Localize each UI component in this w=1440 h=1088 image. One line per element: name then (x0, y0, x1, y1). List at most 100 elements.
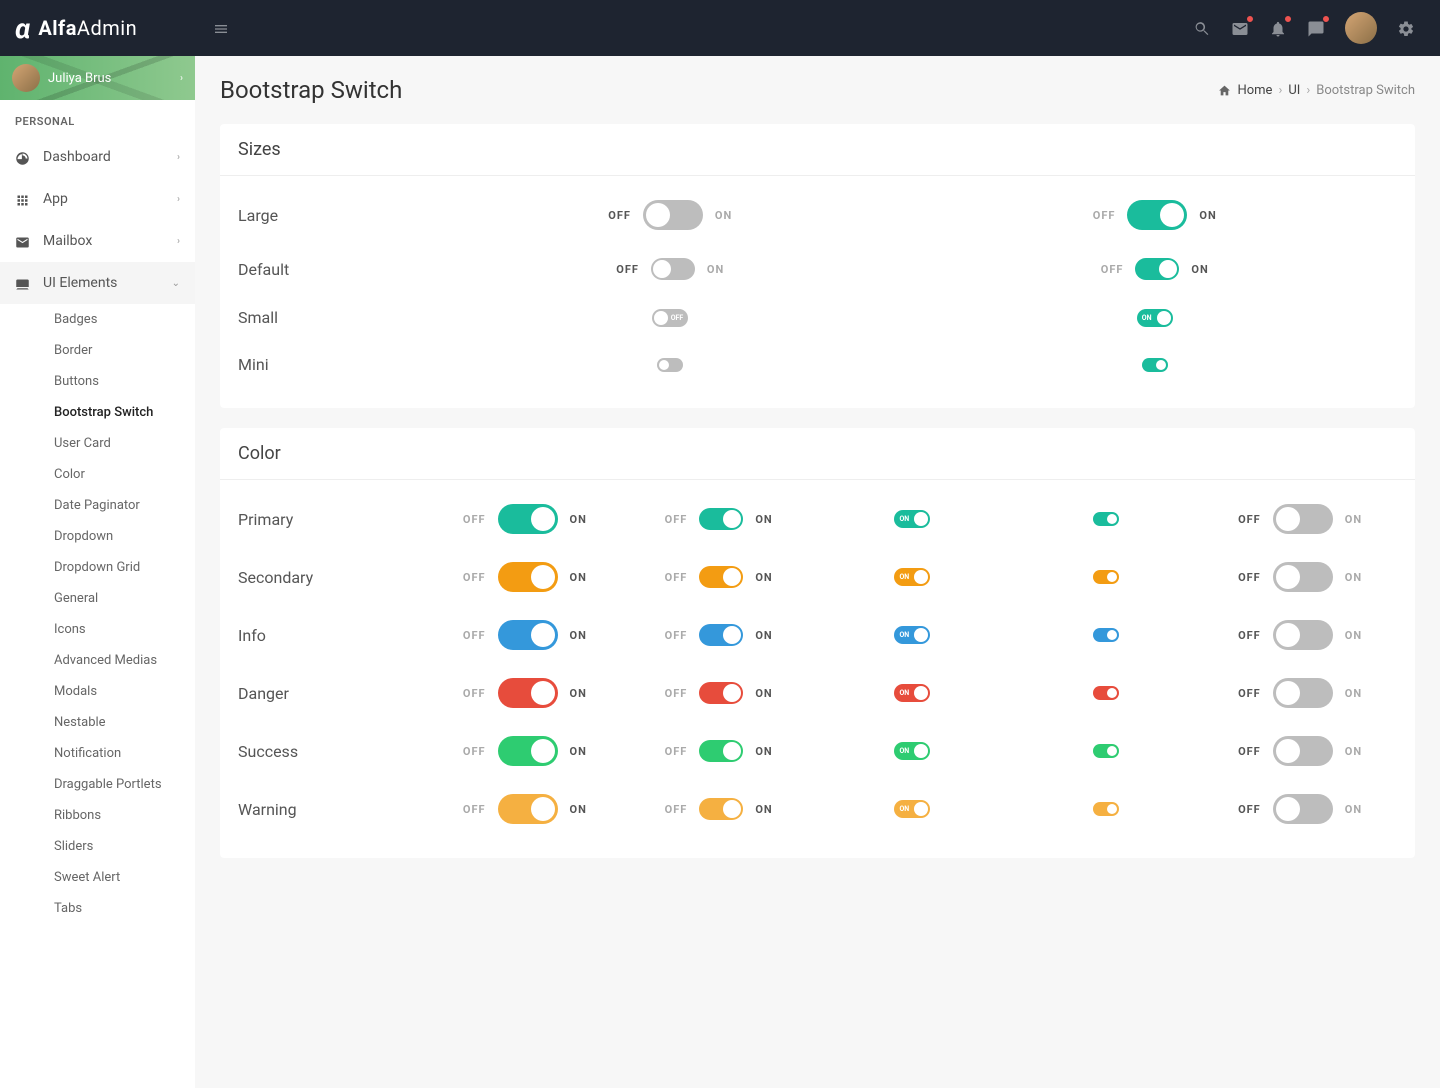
nav-sub-item[interactable]: User Card (44, 428, 195, 459)
nav-sub-item[interactable]: Icons (44, 614, 195, 645)
switch-track[interactable]: ON (894, 684, 930, 702)
switch-track[interactable] (1127, 200, 1187, 230)
nav-item-ui-elements[interactable]: UI Elements ⌄ (0, 262, 195, 304)
switch-track[interactable] (699, 798, 743, 820)
nav-sub-item[interactable]: Sweet Alert (44, 862, 195, 893)
toggle-switch[interactable]: OFFON (463, 504, 587, 534)
toggle-switch[interactable]: OFFON (616, 258, 724, 280)
nav-sub-item[interactable]: Color (44, 459, 195, 490)
switch-track[interactable] (498, 736, 558, 766)
nav-sub-item[interactable]: Modals (44, 676, 195, 707)
menu-toggle-icon[interactable] (205, 11, 237, 46)
nav-item-mailbox[interactable]: Mailbox › (0, 220, 195, 262)
switch-track[interactable] (657, 358, 683, 372)
nav-sub-item[interactable]: Buttons (44, 366, 195, 397)
user-avatar[interactable] (1345, 12, 1377, 44)
switch-track[interactable] (1273, 794, 1333, 824)
bell-icon[interactable] (1269, 18, 1287, 39)
toggle-switch[interactable]: ON (894, 684, 930, 702)
toggle-switch[interactable]: OFFON (463, 794, 587, 824)
nav-sub-item[interactable]: Sliders (44, 831, 195, 862)
toggle-switch[interactable]: ON (894, 626, 930, 644)
toggle-switch[interactable]: OFFON (1238, 620, 1362, 650)
toggle-switch[interactable]: OFFON (665, 508, 773, 530)
switch-track[interactable] (498, 794, 558, 824)
toggle-switch[interactable] (1093, 512, 1119, 526)
toggle-switch[interactable]: ON (894, 510, 930, 528)
toggle-switch[interactable]: OFFON (665, 566, 773, 588)
toggle-switch[interactable]: OFFON (463, 620, 587, 650)
switch-track[interactable]: ON (894, 800, 930, 818)
nav-sub-item[interactable]: Ribbons (44, 800, 195, 831)
nav-sub-item[interactable]: Date Paginator (44, 490, 195, 521)
switch-track[interactable] (1273, 562, 1333, 592)
mail-icon[interactable] (1231, 18, 1249, 39)
nav-sub-item[interactable]: Advanced Medias (44, 645, 195, 676)
switch-track[interactable]: ON (894, 742, 930, 760)
toggle-switch[interactable]: ON (894, 568, 930, 586)
toggle-switch[interactable]: OFFON (1238, 562, 1362, 592)
switch-track[interactable] (498, 504, 558, 534)
switch-track[interactable] (498, 620, 558, 650)
switch-track[interactable]: ON (894, 568, 930, 586)
toggle-switch[interactable]: OFFON (1238, 678, 1362, 708)
toggle-switch[interactable]: OFFON (1101, 258, 1209, 280)
switch-track[interactable] (699, 624, 743, 646)
switch-track[interactable] (1273, 678, 1333, 708)
nav-sub-item[interactable]: Draggable Portlets (44, 769, 195, 800)
breadcrumb-ui[interactable]: UI (1288, 83, 1300, 98)
switch-track[interactable] (1093, 570, 1119, 584)
nav-sub-item[interactable]: Nestable (44, 707, 195, 738)
switch-track[interactable] (1093, 512, 1119, 526)
switch-track[interactable] (1273, 620, 1333, 650)
switch-track[interactable] (1273, 736, 1333, 766)
toggle-switch[interactable]: OFFON (463, 736, 587, 766)
toggle-switch[interactable]: OFF (652, 309, 688, 327)
toggle-switch[interactable] (1093, 628, 1119, 642)
toggle-switch[interactable] (1093, 802, 1119, 816)
nav-sub-item[interactable]: Notification (44, 738, 195, 769)
switch-track[interactable] (699, 566, 743, 588)
toggle-switch[interactable]: OFFON (463, 678, 587, 708)
switch-track[interactable] (498, 562, 558, 592)
toggle-switch[interactable]: OFFON (608, 200, 732, 230)
switch-track[interactable]: ON (1137, 309, 1173, 327)
breadcrumb-home[interactable]: Home (1237, 83, 1272, 98)
switch-track[interactable] (699, 682, 743, 704)
nav-sub-item[interactable]: Bootstrap Switch (44, 397, 195, 428)
toggle-switch[interactable]: OFFON (665, 624, 773, 646)
toggle-switch[interactable] (657, 358, 683, 372)
switch-track[interactable] (1093, 802, 1119, 816)
toggle-switch[interactable]: OFFON (1238, 736, 1362, 766)
toggle-switch[interactable] (1142, 358, 1168, 372)
chat-icon[interactable] (1307, 18, 1325, 39)
toggle-switch[interactable]: OFFON (665, 798, 773, 820)
toggle-switch[interactable] (1093, 744, 1119, 758)
switch-track[interactable] (1093, 744, 1119, 758)
sidebar-user-card[interactable]: Juliya Brus › (0, 56, 195, 100)
nav-sub-item[interactable]: Badges (44, 304, 195, 335)
logo[interactable]: α AlfaAdmin (15, 12, 195, 45)
switch-track[interactable] (643, 200, 703, 230)
nav-sub-item[interactable]: Dropdown (44, 521, 195, 552)
switch-track[interactable] (1093, 628, 1119, 642)
toggle-switch[interactable]: OFFON (1093, 200, 1217, 230)
nav-sub-item[interactable]: General (44, 583, 195, 614)
switch-track[interactable] (699, 740, 743, 762)
search-icon[interactable] (1193, 18, 1211, 39)
toggle-switch[interactable]: OFFON (665, 682, 773, 704)
switch-track[interactable] (498, 678, 558, 708)
switch-track[interactable] (1093, 686, 1119, 700)
switch-track[interactable] (1142, 358, 1168, 372)
switch-track[interactable] (699, 508, 743, 530)
toggle-switch[interactable]: OFFON (1238, 794, 1362, 824)
switch-track[interactable] (651, 258, 695, 280)
switch-track[interactable] (1273, 504, 1333, 534)
nav-sub-item[interactable]: Border (44, 335, 195, 366)
toggle-switch[interactable]: ON (894, 742, 930, 760)
switch-track[interactable]: OFF (652, 309, 688, 327)
switch-track[interactable]: ON (894, 626, 930, 644)
toggle-switch[interactable]: OFFON (665, 740, 773, 762)
nav-item-dashboard[interactable]: Dashboard › (0, 136, 195, 178)
switch-track[interactable]: ON (894, 510, 930, 528)
